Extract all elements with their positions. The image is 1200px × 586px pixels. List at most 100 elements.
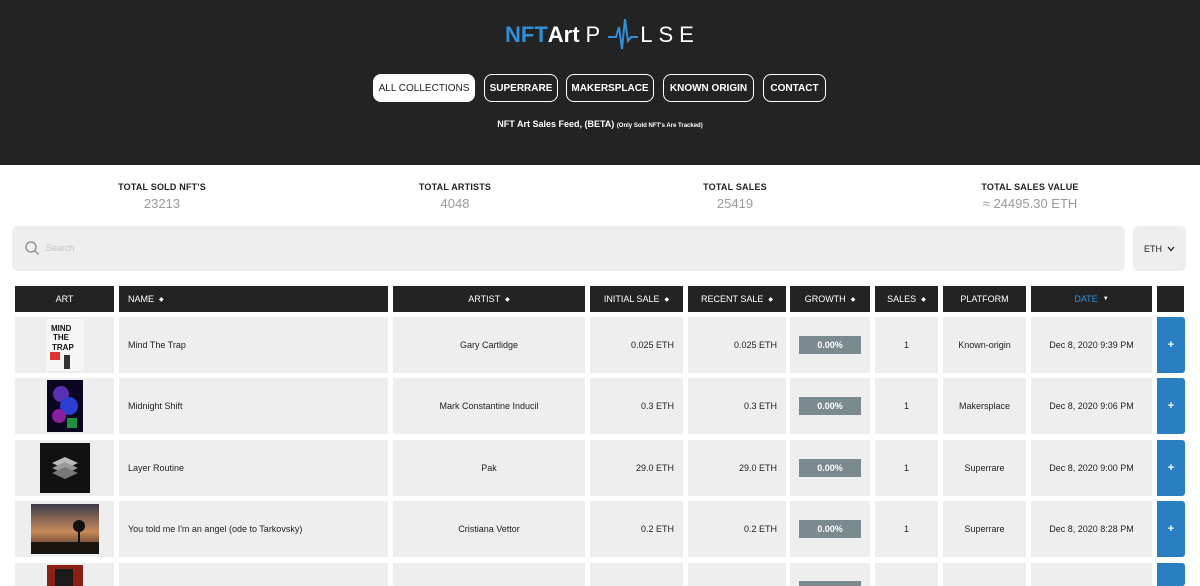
platform-cell: Superrare [943,440,1026,496]
name-cell[interactable]: You told me I'm an angel (ode to Tarkovs… [119,501,388,557]
art-cell[interactable] [15,378,114,434]
art-cell[interactable]: MIND THE TRAP [15,317,114,373]
art-cell[interactable] [15,440,114,496]
recent-sale-cell [688,563,786,586]
sort-icon: ◆ [159,296,164,303]
plus-icon: + [1167,523,1175,535]
recent-sale-cell: 0.3 ETH [688,378,786,434]
stat-total-sold: TOTAL SOLD NFT'S 23213 [62,182,262,211]
logo-pulse-text: LSE [640,22,700,47]
expand-row-button[interactable] [1157,563,1185,586]
initial-sale-cell: 0.2 ETH [590,501,683,557]
stat-total-artists: TOTAL ARTISTS 4048 [355,182,555,211]
nav-superrare[interactable]: SUPERRARE [484,74,558,102]
artist-cell[interactable]: Cristiana Vettor [393,501,585,557]
sort-icon: ▼ [1102,296,1109,302]
nav-contact[interactable]: CONTACT [763,74,826,102]
stat-value: 23213 [143,196,181,211]
artist-cell[interactable]: Gary Cartlidge [393,317,585,373]
name-cell[interactable]: Midnight Shift [119,378,388,434]
currency-select[interactable]: ETH [1133,226,1186,271]
svg-text:THE: THE [53,333,70,342]
growth-cell: 0.00% [790,440,870,496]
main-nav: ALL COLLECTIONS SUPERRARE MAKERSPLACE KN… [0,74,1200,102]
stat-label: TOTAL SOLD NFT'S [118,182,206,192]
art-cell[interactable] [15,501,114,557]
growth-badge [799,581,861,586]
artwork-thumbnail [46,565,83,586]
platform-cell [943,563,1026,586]
artwork-thumbnail [30,504,99,554]
col-header-label: PLATFORM [960,294,1009,304]
platform-cell: Superrare [943,501,1026,557]
svg-text:MIND: MIND [51,324,72,333]
stat-total-sales: TOTAL SALES 25419 [635,182,835,211]
artist-cell[interactable] [393,563,585,586]
logo-pulse-prefix: P [585,22,607,47]
col-header-date[interactable]: DATE ▼ [1031,286,1152,312]
nav-known-origin[interactable]: KNOWN ORIGIN [663,74,754,102]
date-cell: Dec 8, 2020 8:28 PM [1031,501,1152,557]
feed-subtitle: NFT Art Sales Feed, (BETA) (Only Sold NF… [0,119,1200,129]
initial-sale-cell: 29.0 ETH [590,440,683,496]
search-input[interactable] [46,238,1046,258]
initial-sale-cell: 0.3 ETH [590,378,683,434]
col-header-label: ARTIST [468,294,501,304]
subtitle-note: (Only Sold NFT's Are Tracked) [616,123,703,129]
col-header-label: SALES [887,294,917,304]
search-icon [25,241,39,255]
plus-icon: + [1167,462,1175,474]
growth-cell: 0.00% [790,378,870,434]
col-header-name[interactable]: NAME ◆ [119,286,388,312]
nav-all-collections[interactable]: ALL COLLECTIONS [373,74,475,102]
name-cell[interactable]: Mind The Trap [119,317,388,373]
sales-cell: 1 [875,378,938,434]
col-header-initial-sale[interactable]: INITIAL SALE ◆ [590,286,683,312]
name-cell[interactable]: Layer Routine [119,440,388,496]
col-header-recent-sale[interactable]: RECENT SALE ◆ [688,286,786,312]
growth-badge: 0.00% [799,459,861,477]
sales-cell: 1 [875,501,938,557]
col-header-artist[interactable]: ARTIST ◆ [393,286,585,312]
col-header-label: ART [55,294,74,304]
recent-sale-cell: 29.0 ETH [688,440,786,496]
search-bar [12,226,1125,271]
col-header-label: INITIAL SALE [603,294,660,304]
artist-cell[interactable]: Pak [393,440,585,496]
plus-icon: + [1167,339,1175,351]
date-cell: Dec 8, 2020 9:39 PM [1031,317,1152,373]
expand-row-button[interactable]: + [1157,501,1185,557]
initial-sale-cell [590,563,683,586]
platform-cell: Known-origin [943,317,1026,373]
growth-cell: 0.00% [790,317,870,373]
date-cell [1031,563,1152,586]
date-cell: Dec 8, 2020 9:06 PM [1031,378,1152,434]
sort-icon: ◆ [664,296,670,303]
growth-badge: 0.00% [799,520,861,538]
artwork-thumbnail: MIND THE TRAP [45,319,84,371]
sort-icon: ◆ [505,296,510,303]
stat-label: TOTAL SALES VALUE [981,182,1079,192]
name-cell[interactable] [119,563,388,586]
platform-cell: Makersplace [943,378,1026,434]
sort-icon: ◆ [921,296,926,303]
expand-row-button[interactable]: + [1157,440,1185,496]
sales-cell: 1 [875,317,938,373]
col-header-actions [1157,286,1184,312]
artist-cell[interactable]: Mark Constantine Inducil [393,378,585,434]
col-header-label: RECENT SALE [701,294,764,304]
site-logo[interactable]: NFT Art P LSE [505,14,700,56]
chevron-down-icon [1167,246,1175,251]
expand-row-button[interactable]: + [1157,317,1185,373]
subtitle-main: NFT Art Sales Feed, (BETA) [497,119,615,129]
artwork-thumbnail [46,380,83,432]
pulse-line-icon [608,18,639,50]
nav-makersplace[interactable]: MAKERSPLACE [566,74,654,102]
logo-art-text: Art [547,22,580,47]
col-header-growth[interactable]: GROWTH ◆ [790,286,870,312]
art-cell[interactable] [15,563,114,586]
recent-sale-cell: 0.025 ETH [688,317,786,373]
col-header-sales[interactable]: SALES ◆ [875,286,938,312]
expand-row-button[interactable]: + [1157,378,1185,434]
stat-value: 25419 [716,196,754,211]
